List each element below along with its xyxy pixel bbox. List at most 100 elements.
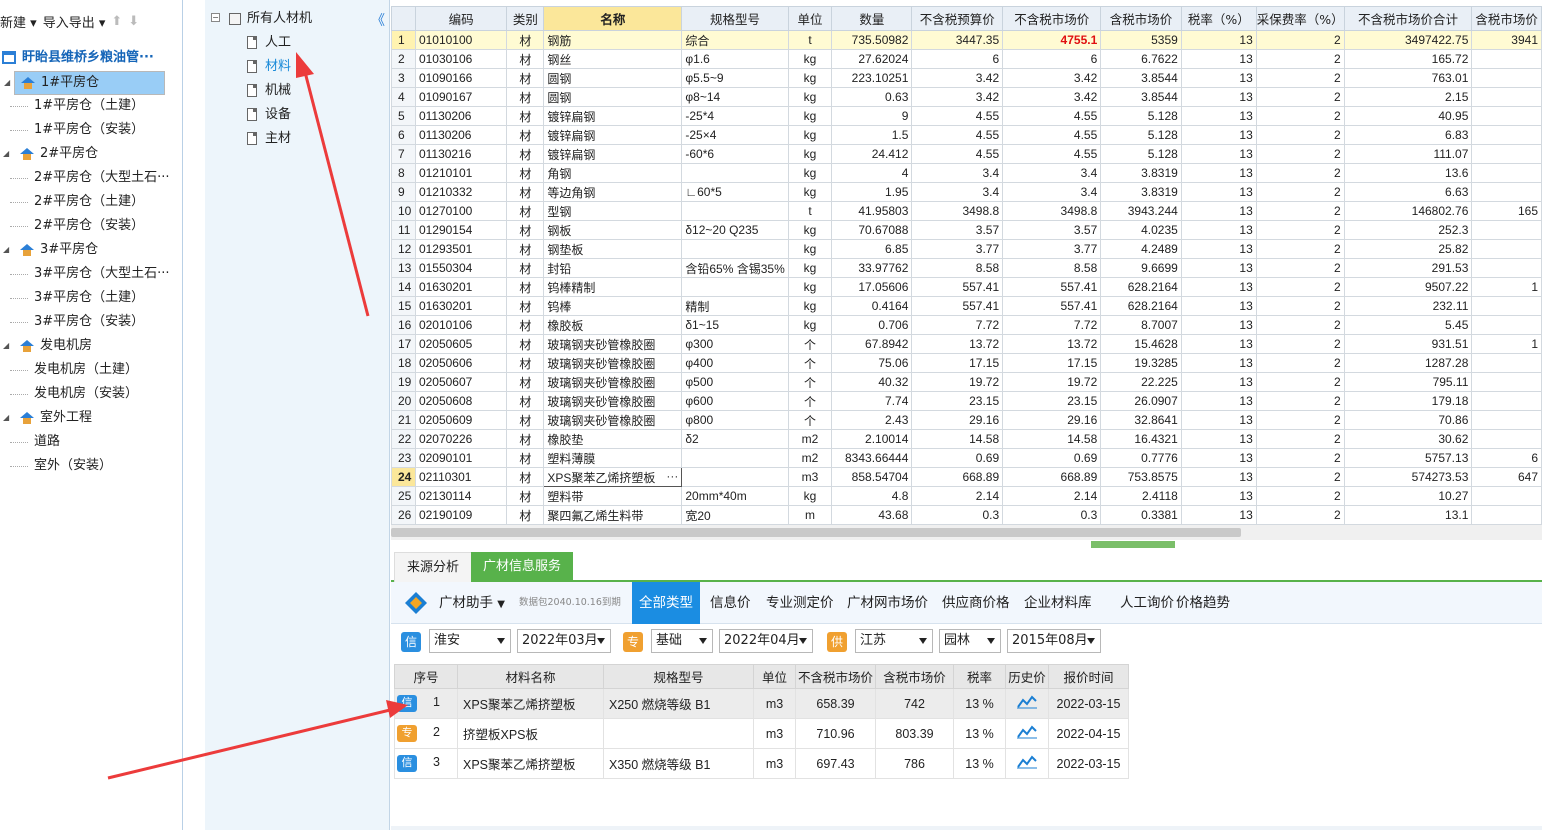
table-cell[interactable]: 02050605 <box>414 334 508 354</box>
column-header[interactable] <box>391 6 416 31</box>
table-row[interactable]: 2 01030106 材钢丝 φ1.6 kg 27.62024 6 6 6.7622 13 2 165… <box>391 49 1542 69</box>
table-cell[interactable]: 3.8319 <box>1100 182 1182 202</box>
table-row[interactable]: 3 01090166 材圆钢 φ5.5~9 kg 223.10251 3.42 3.42 3.8… <box>391 68 1542 88</box>
table-cell[interactable] <box>1471 486 1542 506</box>
table-cell[interactable]: 2 <box>1255 258 1345 278</box>
table-cell[interactable]: 02050609 <box>414 410 508 430</box>
table-cell[interactable]: 钢筋 <box>543 30 683 50</box>
table-row[interactable]: 24 02110301 材 XPS聚苯乙烯挤塑板 ··· m3 858.54704 668.8… <box>391 467 1542 487</box>
table-cell[interactable]: 13 <box>1180 353 1257 373</box>
table-row[interactable]: 17 02050605 材玻璃钢夹砂管橡胶圈 φ300 个 67.8942 13.72 13.… <box>391 334 1542 354</box>
period-select-2[interactable]: 2022年04月 <box>719 629 813 653</box>
table-cell[interactable]: 23.15 <box>1002 391 1102 411</box>
table-cell[interactable]: 8.58 <box>1002 258 1102 278</box>
price-cell-price_ex[interactable]: 697.43 <box>795 748 876 779</box>
price-cell-tax[interactable]: 13 % <box>953 748 1006 779</box>
table-cell[interactable]: 钨棒 <box>543 296 683 316</box>
table-cell[interactable]: 3.42 <box>911 68 1004 88</box>
table-cell[interactable]: 01293501 <box>414 239 508 259</box>
table-cell[interactable]: 557.41 <box>1002 277 1102 297</box>
project-tree-item[interactable]: 3#平房仓（土建） <box>10 287 144 309</box>
city-select[interactable]: 淮安 <box>429 629 511 653</box>
table-cell[interactable]: 0.3 <box>1002 505 1102 525</box>
table-cell[interactable]: 557.41 <box>911 296 1004 316</box>
tree-root-all-resources[interactable]: 所有人材机 <box>229 8 312 30</box>
category-item[interactable]: 材料 <box>247 56 291 78</box>
table-cell[interactable]: 0.69 <box>911 448 1004 468</box>
table-cell[interactable]: 2 <box>1255 353 1345 373</box>
table-cell[interactable]: 13 <box>1180 372 1257 392</box>
table-cell[interactable]: 2 <box>1255 391 1345 411</box>
import-export-menu[interactable]: 导入导出 ▾ <box>43 12 106 31</box>
table-cell[interactable]: 材 <box>506 144 545 164</box>
project-tree-item[interactable]: 2#平房仓（土建） <box>10 191 144 213</box>
table-cell[interactable]: 2 <box>1255 410 1345 430</box>
table-cell[interactable]: 角钢 <box>543 163 683 183</box>
table-cell[interactable]: 8 <box>391 163 416 183</box>
table-cell[interactable]: 2 <box>1255 467 1345 487</box>
project-tree-item[interactable]: 2#平房仓（大型土石··· <box>10 167 170 189</box>
table-cell[interactable]: 0.69 <box>1002 448 1102 468</box>
table-cell[interactable]: 628.2164 <box>1100 296 1182 316</box>
table-cell[interactable]: 3.77 <box>911 239 1004 259</box>
table-cell[interactable]: 10 <box>391 201 416 221</box>
expand-arrow-icon[interactable]: ◢ <box>3 239 9 261</box>
table-cell[interactable]: 43.68 <box>831 505 913 525</box>
table-cell[interactable]: 753.8575 <box>1100 467 1182 487</box>
table-row[interactable]: 6 01130206 材镀锌扁钢 -25×4 kg 1.5 4.55 4.55 5.128 13 2… <box>391 125 1542 145</box>
table-cell[interactable]: 9.6699 <box>1100 258 1182 278</box>
table-cell[interactable]: 628.2164 <box>1100 277 1182 297</box>
table-cell[interactable]: 13 <box>1180 239 1257 259</box>
table-cell[interactable]: 16 <box>391 315 416 335</box>
tab-source-analysis[interactable]: 来源分析 <box>394 552 473 582</box>
table-cell[interactable]: 4.8 <box>831 486 913 506</box>
price-cell-tax[interactable]: 13 % <box>953 688 1006 719</box>
project-tree-item[interactable]: 室外（安装） <box>10 455 112 477</box>
table-cell[interactable]: 13 <box>1180 448 1257 468</box>
price-cell-unit[interactable]: m3 <box>753 688 796 719</box>
table-cell[interactable]: φ800 <box>681 410 789 430</box>
table-cell[interactable]: 232.11 <box>1343 296 1473 316</box>
table-cell[interactable]: 1287.28 <box>1343 353 1473 373</box>
table-cell[interactable]: 30.62 <box>1343 429 1473 449</box>
category-item[interactable]: 设备 <box>247 104 291 126</box>
table-cell[interactable]: kg <box>787 239 833 259</box>
table-cell[interactable]: 3.8319 <box>1100 163 1182 183</box>
table-cell[interactable]: 13 <box>1180 182 1257 202</box>
table-cell[interactable]: 13 <box>1180 49 1257 69</box>
table-cell[interactable] <box>1471 239 1542 259</box>
table-cell[interactable]: 8.58 <box>911 258 1004 278</box>
table-cell[interactable]: 33.97762 <box>831 258 913 278</box>
table-cell[interactable]: kg <box>787 296 833 316</box>
table-cell[interactable]: 75.06 <box>831 353 913 373</box>
table-cell[interactable]: 0.63 <box>831 87 913 107</box>
horizontal-scrollbar[interactable] <box>391 525 1542 540</box>
table-cell[interactable]: 02050608 <box>414 391 508 411</box>
price-cell-tax[interactable]: 13 % <box>953 718 1006 749</box>
table-cell[interactable]: φ8~14 <box>681 87 789 107</box>
table-cell[interactable]: 01010100 <box>414 30 508 50</box>
column-header[interactable]: 类别 <box>506 6 545 31</box>
project-tree-item[interactable]: 3#平房仓（安装） <box>10 311 144 333</box>
price-row[interactable]: 信 1 XPS聚苯乙烯挤塑板 X250 燃烧等级 B1 m3 658.39 742 13 % 2… <box>394 688 1129 719</box>
price-column-header[interactable]: 报价时间 <box>1048 664 1129 689</box>
table-cell[interactable]: 12 <box>391 239 416 259</box>
table-cell[interactable]: kg <box>787 163 833 183</box>
table-cell[interactable]: 14.58 <box>1002 429 1102 449</box>
table-cell[interactable]: 个 <box>787 372 833 392</box>
table-cell[interactable]: 2.10014 <box>831 429 913 449</box>
table-row[interactable]: 10 01270100 材型钢 t 41.95803 3498.8 3498.8 3943.2… <box>391 201 1542 221</box>
table-cell[interactable]: 13 <box>1180 201 1257 221</box>
trend-chart-icon[interactable] <box>1017 695 1037 709</box>
expand-arrow-icon[interactable]: ◢ <box>3 407 9 429</box>
table-cell[interactable]: t <box>787 201 833 221</box>
table-cell[interactable]: kg <box>787 87 833 107</box>
price-cell-spec[interactable]: X250 燃烧等级 B1 <box>603 688 754 719</box>
table-cell[interactable]: kg <box>787 182 833 202</box>
project-tree-item[interactable]: 发电机房（土建） <box>10 359 138 381</box>
table-cell[interactable]: φ400 <box>681 353 789 373</box>
table-cell[interactable]: 3.4 <box>911 182 1004 202</box>
table-cell[interactable]: 0.3 <box>911 505 1004 525</box>
table-cell[interactable]: 13.6 <box>1343 163 1473 183</box>
table-cell[interactable]: 13 <box>1180 163 1257 183</box>
